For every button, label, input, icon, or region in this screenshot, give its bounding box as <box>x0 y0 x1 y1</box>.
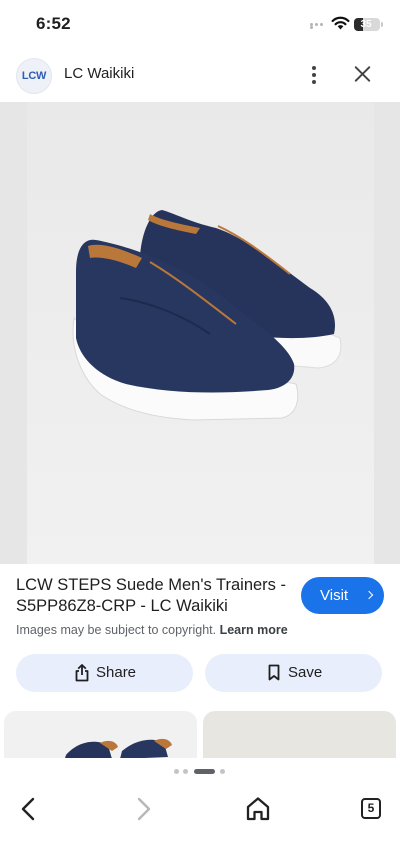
learn-more-link[interactable]: Learn more <box>220 623 288 637</box>
product-photo <box>0 102 400 564</box>
bookmark-icon <box>268 664 280 681</box>
share-icon <box>75 664 89 682</box>
share-label: Share <box>96 664 137 681</box>
wifi-icon <box>331 16 350 30</box>
visit-button[interactable]: Visit <box>301 577 384 614</box>
tabs-count: 5 <box>367 801 375 815</box>
product-image[interactable] <box>0 102 400 564</box>
cellular-signal-icon <box>310 23 328 29</box>
bottom-toolbar: 5 <box>0 758 400 865</box>
close-button[interactable] <box>349 60 377 88</box>
status-bar: 6:52 35 <box>0 0 400 50</box>
battery-icon: 35 <box>354 18 380 31</box>
page-indicator <box>174 769 234 775</box>
product-title[interactable]: LCW STEPS Suede Men's Trainers - S5PP86Z… <box>16 575 291 617</box>
save-button[interactable]: Save <box>205 654 382 692</box>
copyright-notice: Images may be subject to copyright. Lear… <box>16 623 288 637</box>
more-options-button[interactable] <box>300 60 328 90</box>
site-header: LCW LC Waikiki <box>0 50 400 100</box>
site-name[interactable]: LC Waikiki <box>64 65 134 82</box>
copyright-text: Images may be subject to copyright. <box>16 623 217 637</box>
share-button[interactable]: Share <box>16 654 193 692</box>
save-label: Save <box>288 664 323 681</box>
visit-label: Visit <box>320 587 349 604</box>
image-viewer-page: 6:52 35 LCW LC Waikiki LCW STEPS Suede M… <box>0 0 400 865</box>
back-button[interactable] <box>14 794 44 824</box>
battery-nub <box>381 22 383 27</box>
chevron-left-icon <box>21 797 35 821</box>
forward-button[interactable] <box>128 794 158 824</box>
status-time: 6:52 <box>36 14 71 33</box>
chevron-right-icon <box>364 590 374 600</box>
home-icon <box>246 797 270 821</box>
tabs-button[interactable]: 5 <box>358 796 384 822</box>
home-button[interactable] <box>243 794 273 824</box>
more-vert-icon <box>312 66 316 70</box>
chevron-right-icon <box>137 797 151 821</box>
site-logo-text: LCW <box>21 70 47 82</box>
battery-level: 35 <box>360 19 372 30</box>
site-logo[interactable]: LCW <box>16 58 52 94</box>
